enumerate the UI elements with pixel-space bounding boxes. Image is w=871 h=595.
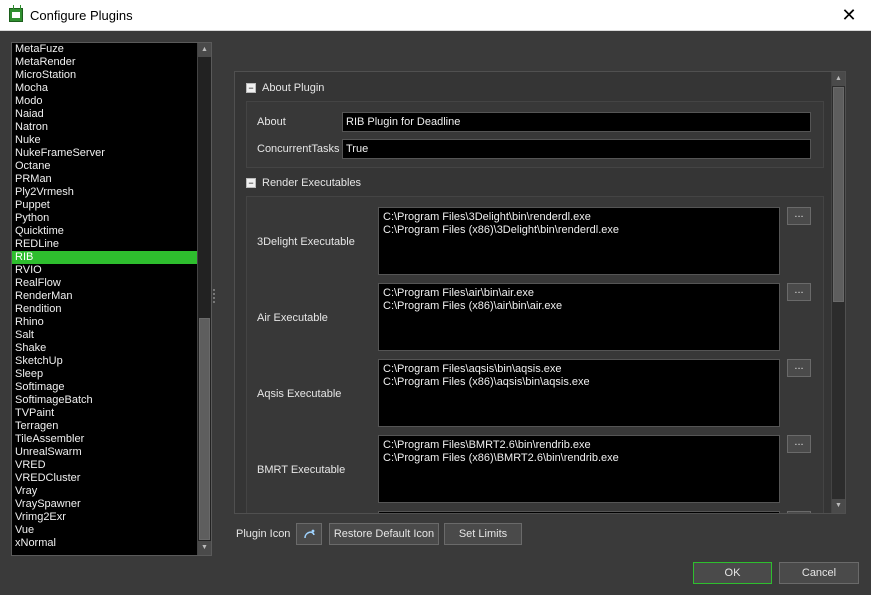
collapse-icon[interactable]: − <box>246 83 256 94</box>
plugin-list-item[interactable]: Mocha <box>12 82 198 95</box>
plugin-icon-label: Plugin Icon <box>236 528 291 540</box>
plugin-list-item[interactable]: VRED <box>12 459 198 472</box>
executable-paths-field[interactable]: C:\Program Files\aqsis\bin\aqsis.exe C:\… <box>378 359 780 427</box>
restore-default-icon-button[interactable]: Restore Default Icon <box>329 523 439 545</box>
scrollbar-thumb[interactable] <box>833 87 844 302</box>
dialog-body: MetaFuze MetaRender MicroStation Mocha Modo N… <box>0 31 871 595</box>
scroll-up-icon[interactable]: ▲ <box>198 43 211 57</box>
about-plugin-header[interactable]: − About Plugin <box>246 82 324 96</box>
plugin-icon-row: Plugin Icon Restore Default Icon Set Lim… <box>234 523 854 547</box>
plugin-list-item[interactable]: MicroStation <box>12 69 198 82</box>
plugin-list-item[interactable]: REDLine <box>12 238 198 251</box>
plugin-list-item[interactable]: Nuke <box>12 134 198 147</box>
path-line: C:\Program Files\3Delight\bin\renderdl.e… <box>383 211 591 223</box>
plugin-list-item[interactable]: Rhino <box>12 316 198 329</box>
about-field[interactable]: RIB Plugin for Deadline <box>342 112 811 132</box>
plugin-list-item[interactable]: MetaRender <box>12 56 198 69</box>
plugin-list-item[interactable]: SketchUp <box>12 355 198 368</box>
executable-label: 3Delight Executable <box>257 236 355 248</box>
plugin-list-scrollbar[interactable]: ▲ ▼ <box>197 43 211 555</box>
plugin-list-item[interactable]: Shake <box>12 342 198 355</box>
collapse-icon[interactable]: − <box>246 178 256 189</box>
plugin-list-item[interactable]: Naiad <box>12 108 198 121</box>
path-line: C:\Program Files\aqsis\bin\aqsis.exe <box>383 363 562 375</box>
plugin-list-item[interactable]: Rendition <box>12 303 198 316</box>
plugin-list-item[interactable]: TVPaint <box>12 407 198 420</box>
plugin-list-items: MetaFuze MetaRender MicroStation Mocha Modo N… <box>12 43 198 555</box>
cancel-button[interactable]: Cancel <box>779 562 859 584</box>
plugin-list-item[interactable]: Natron <box>12 121 198 134</box>
plugin-list-item[interactable]: SoftimageBatch <box>12 394 198 407</box>
section-title: About Plugin <box>262 82 325 94</box>
plugin-list-item[interactable]: Modo <box>12 95 198 108</box>
plugin-list-item[interactable]: Puppet <box>12 199 198 212</box>
app-icon <box>9 5 23 22</box>
plugin-list-item[interactable]: Softimage <box>12 381 198 394</box>
section-title: Render Executables <box>262 177 362 189</box>
executable-label: Aqsis Executable <box>257 388 342 400</box>
plugin-list[interactable]: MetaFuze MetaRender MicroStation Mocha Modo N… <box>11 42 212 556</box>
executable-paths-field[interactable]: C:\Program Files\BMRT2.6\bin\rendrib.exe… <box>378 435 780 503</box>
plugin-list-item[interactable]: VREDCluster <box>12 472 198 485</box>
about-label: About <box>257 116 286 128</box>
plugin-list-item[interactable]: Vray <box>12 485 198 498</box>
path-line: C:\Program Files (x86)\air\bin\air.exe <box>383 300 563 312</box>
executable-paths-field[interactable] <box>378 511 780 513</box>
plugin-list-item[interactable]: Octane <box>12 160 198 173</box>
browse-button[interactable]: ... <box>787 207 811 225</box>
plugin-list-item[interactable]: xNormal <box>12 537 198 550</box>
plugin-list-item[interactable]: TileAssembler <box>12 433 198 446</box>
set-limits-button[interactable]: Set Limits <box>444 523 522 545</box>
browse-button[interactable]: ... <box>787 283 811 301</box>
settings-scrollbar[interactable]: ▲ ▼ <box>831 72 845 513</box>
splitter-handle[interactable] <box>212 289 216 307</box>
plugin-list-item[interactable]: RIB <box>12 251 198 264</box>
plugin-list-item[interactable]: Terragen <box>12 420 198 433</box>
plugin-list-item[interactable]: MetaFuze <box>12 43 198 56</box>
teapot-icon <box>304 529 315 539</box>
plugin-list-item[interactable]: Salt <box>12 329 198 342</box>
path-line: C:\Program Files\BMRT2.6\bin\rendrib.exe <box>383 439 591 451</box>
settings-scroll-panel: − About Plugin About RIB Plugin for Deadl… <box>234 71 846 514</box>
scroll-down-icon[interactable]: ▼ <box>832 499 845 513</box>
browse-button[interactable]: ... <box>787 359 811 377</box>
concurrent-tasks-field[interactable]: True <box>342 139 811 159</box>
executable-label: BMRT Executable <box>257 464 346 476</box>
title-bar: Configure Plugins ✕ <box>0 0 871 31</box>
executable-paths-field[interactable]: C:\Program Files\air\bin\air.exe C:\Prog… <box>378 283 780 351</box>
path-line: C:\Program Files (x86)\3Delight\bin\rend… <box>383 224 619 236</box>
scroll-down-icon[interactable]: ▼ <box>198 541 211 555</box>
window-title: Configure Plugins <box>30 8 133 23</box>
browse-button[interactable]: ... <box>787 435 811 453</box>
path-line: C:\Program Files (x86)\BMRT2.6\bin\rendr… <box>383 452 619 464</box>
plugin-list-item[interactable]: Python <box>12 212 198 225</box>
plugin-list-item[interactable]: Sleep <box>12 368 198 381</box>
plugin-icon-button[interactable] <box>296 523 322 545</box>
plugin-list-item[interactable]: UnrealSwarm <box>12 446 198 459</box>
plugin-list-item[interactable]: Ply2Vrmesh <box>12 186 198 199</box>
path-line: C:\Program Files (x86)\aqsis\bin\aqsis.e… <box>383 376 590 388</box>
render-executables-header[interactable]: − Render Executables <box>246 177 361 191</box>
plugin-list-item[interactable]: Quicktime <box>12 225 198 238</box>
executable-label: Air Executable <box>257 312 328 324</box>
plugin-list-item[interactable]: RenderMan <box>12 290 198 303</box>
plugin-list-item[interactable]: PRMan <box>12 173 198 186</box>
scroll-up-icon[interactable]: ▲ <box>832 72 845 86</box>
plugin-settings-area: − About Plugin About RIB Plugin for Deadl… <box>221 42 861 552</box>
plugin-list-item[interactable]: RealFlow <box>12 277 198 290</box>
plugin-list-item[interactable]: Vrimg2Exr <box>12 511 198 524</box>
plugin-list-item[interactable]: Vue <box>12 524 198 537</box>
plugin-list-item[interactable]: NukeFrameServer <box>12 147 198 160</box>
path-line: C:\Program Files\air\bin\air.exe <box>383 287 534 299</box>
plugin-list-item[interactable]: VraySpawner <box>12 498 198 511</box>
about-plugin-section: About RIB Plugin for Deadline Concurrent… <box>246 101 824 168</box>
concurrent-tasks-label: ConcurrentTasks <box>257 143 340 155</box>
browse-button[interactable]: ... <box>787 511 811 513</box>
render-executables-section: 3Delight Executable C:\Program Files\3De… <box>246 196 824 513</box>
executable-paths-field[interactable]: C:\Program Files\3Delight\bin\renderdl.e… <box>378 207 780 275</box>
ok-button[interactable]: OK <box>693 562 772 584</box>
close-icon[interactable]: ✕ <box>831 1 867 29</box>
plugin-list-item[interactable]: RVIO <box>12 264 198 277</box>
scrollbar-thumb[interactable] <box>199 318 210 540</box>
